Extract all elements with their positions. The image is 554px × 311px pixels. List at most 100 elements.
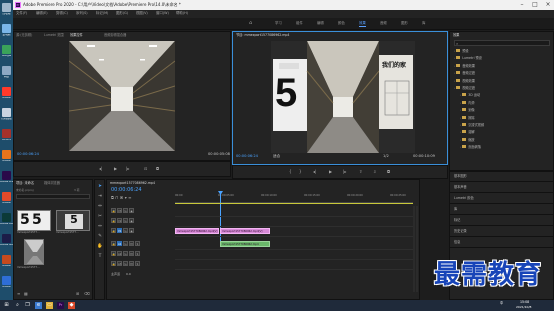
track-lane[interactable] [175, 236, 413, 237]
workspace-tab[interactable]: 组件 [296, 21, 303, 25]
track-lane[interactable] [175, 226, 413, 227]
desktop-icon[interactable] [2, 213, 11, 222]
maximize-button[interactable]: □ [528, 1, 542, 9]
windows-start-icon[interactable]: ⊞ [3, 302, 10, 309]
menu-item[interactable]: 图形(G) [116, 11, 128, 15]
playhead[interactable] [220, 191, 221, 247]
track-lane[interactable] [175, 259, 413, 260]
desktop-icon[interactable] [2, 45, 11, 54]
edge-icon[interactable]: e [35, 302, 42, 309]
hand-tool-icon[interactable]: ✋ [97, 244, 103, 250]
close-button[interactable]: × [541, 1, 554, 9]
task-view-icon[interactable]: ❐ [24, 302, 31, 309]
desktop-icon[interactable] [2, 276, 11, 285]
snap-icon[interactable]: ⧉ ⊓ ⌘ ▾ ≡ [111, 196, 131, 200]
workspace-tab[interactable]: 颜色 [338, 21, 345, 25]
program-timecode-in[interactable]: 00:00:06:24 [236, 154, 258, 159]
mute-icon[interactable]: M [129, 241, 134, 246]
tab-effect-controls[interactable]: 效果控件 [70, 33, 83, 37]
track-lane[interactable] [175, 216, 413, 217]
side-panel-tab[interactable]: 基本图形 [454, 174, 467, 178]
project-search-input[interactable] [16, 194, 90, 199]
track-select-tool-icon[interactable]: ⇥ [97, 194, 103, 200]
desktop-icon[interactable] [2, 66, 11, 75]
insert-icon[interactable]: ⊡ [144, 167, 147, 171]
workspace-tab[interactable]: 编辑 [317, 21, 324, 25]
effects-tree-item[interactable]: › 划像 [460, 108, 475, 112]
menu-item[interactable]: 标记(M) [96, 11, 108, 15]
workspace-tab[interactable]: 效果 [359, 21, 366, 28]
premiere-taskbar-icon[interactable]: Pr [57, 302, 64, 309]
camera-icon[interactable]: ◘ [387, 170, 390, 174]
video-clip[interactable]: mmexport1577086962.mp4[V] [220, 228, 270, 234]
effects-tree-item[interactable]: › 预设 [454, 49, 469, 53]
master-value[interactable]: 0.0 [126, 272, 131, 276]
pen-tool-icon[interactable]: ✎ [97, 234, 103, 240]
effects-tree-item[interactable]: › 内滑 [460, 100, 475, 105]
effects-tree-item[interactable]: › 视频效果 [454, 78, 475, 83]
selection-tool-icon[interactable]: ➤ [97, 184, 103, 190]
menu-item[interactable]: 视图(V) [136, 11, 148, 15]
extract-icon[interactable]: ⇩ [373, 170, 376, 174]
step-forward-icon[interactable]: |▸ [126, 167, 129, 171]
track-lane[interactable] [175, 269, 413, 270]
desktop-icon[interactable] [2, 3, 11, 12]
workspace-tab[interactable]: 图形 [401, 21, 408, 25]
timeline-ruler[interactable]: 00:00 00:00:05:00 00:00:10:00 00:00:15:00 00… [175, 191, 413, 203]
audio-clip[interactable]: mmexport1577086962.mp4 [220, 241, 270, 247]
desktop-icon[interactable] [2, 108, 11, 117]
project-thumb-1[interactable]: 5 5 [17, 210, 51, 231]
clock-time[interactable]: 15:08 [520, 300, 529, 304]
menu-item[interactable]: 剪辑(C) [56, 11, 68, 15]
sync-lock-icon[interactable]: ⇆ [123, 241, 128, 246]
timeline-timecode[interactable]: 00:00:06:24 [111, 188, 142, 193]
play-icon[interactable]: ▶ [114, 167, 117, 171]
track-target[interactable]: V3 [117, 208, 122, 213]
step-back-icon[interactable]: ◂| [99, 167, 102, 171]
eye-icon[interactable]: ◉ [129, 208, 134, 213]
sync-lock-icon[interactable]: ⇆ [123, 251, 128, 256]
workspace-tab[interactable]: 学习 [275, 21, 282, 25]
side-panel-tab[interactable]: 库 [454, 207, 457, 211]
search-icon[interactable]: ⌕ [14, 302, 21, 309]
solo-icon[interactable]: S [135, 251, 140, 256]
program-fit-select[interactable]: 适合 [273, 154, 280, 159]
tab-lumetri-scopes[interactable]: Lumetri 范围 [44, 33, 64, 37]
step-forward-icon[interactable]: |▸ [343, 170, 346, 174]
desktop-icon[interactable] [2, 24, 11, 33]
explorer-icon[interactable]: ▭ [46, 302, 53, 309]
desktop-icon[interactable] [2, 234, 11, 243]
desktop-icon[interactable] [2, 171, 11, 180]
side-panel-tab[interactable]: 信息 [454, 240, 460, 244]
project-thumb-2[interactable]: 5 [56, 210, 90, 231]
workspace-tab[interactable]: 音频 [380, 21, 387, 25]
effects-tree-item[interactable]: › 视频过渡 [454, 86, 475, 90]
list-view-icon[interactable]: ≡ [17, 292, 20, 296]
program-resolution-select[interactable]: 1/2 [383, 154, 389, 159]
sync-lock-icon[interactable]: ⇆ [123, 218, 128, 223]
side-panel-tab[interactable]: 标记 [454, 218, 460, 222]
ripple-tool-icon[interactable]: ⇔ [97, 204, 103, 210]
effects-tree-item[interactable]: › 溶解 [460, 130, 475, 134]
tab-program[interactable]: 节目: mmexport1577086962.mp4 [236, 33, 289, 37]
track-lane[interactable] [175, 249, 413, 250]
effects-search-input[interactable]: ⌕ [454, 40, 550, 46]
tab-source[interactable]: 源:(无剪辑) [16, 33, 32, 37]
lock-icon[interactable]: 🔒 [111, 208, 116, 213]
track-target[interactable]: A1 [117, 241, 122, 246]
menu-item[interactable]: 序列(S) [76, 11, 88, 15]
solo-icon[interactable]: S [135, 241, 140, 246]
desktop-icon[interactable] [2, 129, 11, 138]
trash-icon[interactable]: ⌫ [84, 292, 90, 296]
new-item-icon[interactable]: ⊞ [76, 292, 79, 296]
side-panel-tab[interactable]: 历史记录 [454, 229, 467, 233]
effects-tree-item[interactable]: › 音频过渡 [454, 71, 475, 75]
desktop-icon[interactable] [2, 150, 11, 159]
video-clip[interactable]: mmexport1577086962.mp4[V] [175, 228, 219, 234]
desktop-icon[interactable] [2, 255, 11, 264]
work-area-bar[interactable] [175, 203, 413, 204]
effects-tree-item[interactable]: › 音频效果 [454, 63, 475, 68]
project-thumb-3[interactable] [24, 239, 44, 265]
play-icon[interactable]: ▶ [329, 170, 332, 174]
razor-tool-icon[interactable]: ✂ [97, 214, 103, 220]
